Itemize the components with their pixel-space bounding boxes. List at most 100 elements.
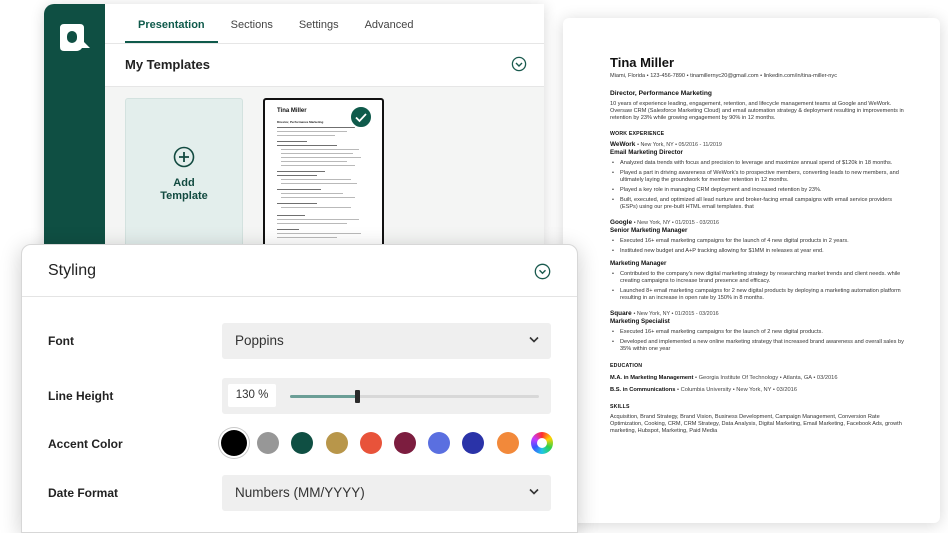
styling-title: Styling bbox=[48, 262, 97, 279]
job-bullet: Played a part in driving awareness of We… bbox=[610, 170, 910, 184]
font-label: Font bbox=[48, 334, 74, 348]
date-format-label: Date Format bbox=[48, 486, 119, 500]
skills-heading: SKILLS bbox=[610, 404, 630, 410]
thumbnail-line bbox=[277, 203, 317, 205]
color-wheel-center bbox=[536, 438, 547, 448]
thumbnail-line bbox=[277, 219, 359, 221]
thumbnail-line bbox=[277, 175, 317, 177]
work-experience-heading: WORK EXPERIENCE bbox=[610, 131, 665, 137]
resume-content: Tina Miller Miami, Florida • 123-456-789… bbox=[610, 55, 910, 435]
thumbnail-line bbox=[281, 161, 347, 163]
thumbnail-line bbox=[281, 157, 361, 159]
job-bullet: Executed 16+ email marketing campaigns f… bbox=[610, 238, 910, 245]
job-company: Square • New York, NY • 01/2015 - 03/201… bbox=[610, 310, 910, 318]
work-experience-list: WeWork • New York, NY • 05/2016 - 11/201… bbox=[610, 141, 910, 353]
accent-color-swatch[interactable] bbox=[394, 432, 416, 454]
font-select[interactable]: Poppins bbox=[222, 323, 551, 359]
thumbnail-line bbox=[277, 135, 335, 137]
accent-color-swatches bbox=[221, 430, 555, 457]
tab-presentation[interactable]: Presentation bbox=[125, 19, 218, 43]
plus-circle-icon bbox=[173, 146, 195, 168]
chevron-down-circle-icon[interactable] bbox=[534, 263, 551, 280]
tab-sections[interactable]: Sections bbox=[218, 19, 286, 43]
templates-header[interactable]: My Templates bbox=[105, 45, 544, 87]
education-list: M.A. in Marketing Management • Georgia I… bbox=[610, 374, 910, 394]
education-heading: EDUCATION bbox=[610, 363, 643, 369]
job-role-title: Marketing Specialist bbox=[610, 318, 670, 325]
job-role-title: Email Marketing Director bbox=[610, 149, 683, 156]
thumbnail-line bbox=[281, 183, 357, 185]
font-select-value: Poppins bbox=[235, 333, 284, 348]
job-bullet: Instituted new budget and A+P tracking a… bbox=[610, 248, 910, 255]
job-meta: • New York, NY • 01/2015 - 03/2016 bbox=[633, 311, 719, 317]
job-company: WeWork • New York, NY • 05/2016 - 11/201… bbox=[610, 141, 910, 149]
job-bullet: Built, executed, and optimized all lead … bbox=[610, 197, 910, 211]
thumbnail-line bbox=[277, 229, 299, 231]
line-height-slider[interactable] bbox=[290, 390, 539, 403]
custom-color-swatch[interactable] bbox=[530, 432, 553, 454]
templates-title: My Templates bbox=[125, 57, 211, 72]
job-meta: • New York, NY • 01/2015 - 03/2016 bbox=[633, 220, 719, 226]
add-template-card[interactable]: Add Template bbox=[125, 98, 243, 248]
thumbnail-line bbox=[281, 197, 355, 199]
tab-settings[interactable]: Settings bbox=[286, 19, 352, 43]
thumbnail-line bbox=[277, 131, 347, 133]
thumbnail-line bbox=[281, 149, 359, 151]
accent-color-swatch[interactable] bbox=[291, 432, 314, 454]
thumbnail-line bbox=[277, 145, 337, 147]
thumbnail-line bbox=[277, 215, 305, 217]
job-company: Google • New York, NY • 01/2015 - 03/201… bbox=[610, 219, 910, 227]
line-height-slider-handle[interactable] bbox=[355, 390, 361, 403]
accent-color-swatch[interactable] bbox=[496, 432, 519, 454]
thumbnail-line bbox=[277, 171, 325, 173]
builder-tabs: Presentation Sections Settings Advanced bbox=[105, 4, 544, 44]
line-height-input[interactable]: 130 % bbox=[228, 384, 276, 407]
app-logo-icon[interactable] bbox=[56, 22, 94, 56]
line-height-label: Line Height bbox=[48, 389, 114, 403]
job-bullet: Analyzed data trends with focus and prec… bbox=[610, 160, 910, 167]
job-role-title: Marketing Manager bbox=[610, 260, 667, 267]
accent-color-swatch[interactable] bbox=[325, 432, 348, 454]
thumbnail-line bbox=[281, 179, 351, 181]
thumbnail-line bbox=[281, 207, 351, 209]
tab-advanced[interactable]: Advanced bbox=[352, 19, 427, 43]
chevron-down-icon bbox=[529, 488, 539, 495]
add-template-label: Add Template bbox=[160, 177, 208, 202]
styling-panel: Styling Font Poppins Line Height 130 % A… bbox=[21, 244, 578, 533]
selected-check-icon bbox=[349, 105, 373, 129]
resume-name: Tina Miller bbox=[610, 55, 675, 70]
thumbnail-line bbox=[277, 223, 347, 225]
chevron-down-circle-icon[interactable] bbox=[511, 56, 527, 72]
skills-text: Acquisition, Brand Strategy, Brand Visio… bbox=[610, 414, 902, 434]
education-degree: B.S. in Communications bbox=[610, 387, 676, 393]
job-meta: • New York, NY • 05/2016 - 11/2019 bbox=[637, 142, 722, 148]
resume-summary: 10 years of experience leading, engageme… bbox=[610, 101, 904, 121]
template-builder-window: Presentation Sections Settings Advanced … bbox=[44, 4, 544, 264]
accent-color-swatch[interactable] bbox=[221, 430, 247, 456]
accent-color-swatch[interactable] bbox=[462, 432, 485, 454]
job-company-name: WeWork bbox=[610, 141, 636, 148]
job-company-name: Square bbox=[610, 310, 632, 317]
thumbnail-headline: Director, Performance Marketing bbox=[277, 120, 324, 124]
styling-header[interactable]: Styling bbox=[22, 245, 577, 297]
thumbnail-line bbox=[281, 193, 343, 195]
job-bullet: Played a key role in managing CRM deploy… bbox=[610, 187, 910, 194]
resume-headline: Director, Performance Marketing bbox=[610, 90, 712, 97]
thumbnail-line bbox=[281, 153, 353, 155]
thumbnail-name: Tina Miller bbox=[277, 108, 307, 114]
resume-contact: Miami, Florida • 123-456-7890 • tinamill… bbox=[610, 73, 837, 79]
education-meta: • Columbia University • New York, NY • 0… bbox=[677, 387, 798, 393]
date-format-select[interactable]: Numbers (MM/YYYY) bbox=[222, 475, 551, 511]
education-meta: • Georgia Institute Of Technology • Atla… bbox=[695, 375, 838, 381]
accent-color-swatch[interactable] bbox=[428, 432, 451, 454]
date-format-select-value: Numbers (MM/YYYY) bbox=[235, 485, 365, 500]
job-bullet: Executed 16+ email marketing campaigns f… bbox=[610, 329, 910, 336]
accent-color-swatch[interactable] bbox=[257, 432, 280, 454]
resume-preview: Tina Miller Miami, Florida • 123-456-789… bbox=[563, 18, 940, 523]
thumbnail-line bbox=[281, 165, 355, 167]
thumbnail-line bbox=[277, 127, 355, 129]
thumbnail-line bbox=[277, 141, 307, 143]
accent-color-swatch[interactable] bbox=[359, 432, 382, 454]
line-height-slider-fill bbox=[290, 395, 358, 398]
education-item: B.S. in Communications • Columbia Univer… bbox=[610, 386, 910, 394]
